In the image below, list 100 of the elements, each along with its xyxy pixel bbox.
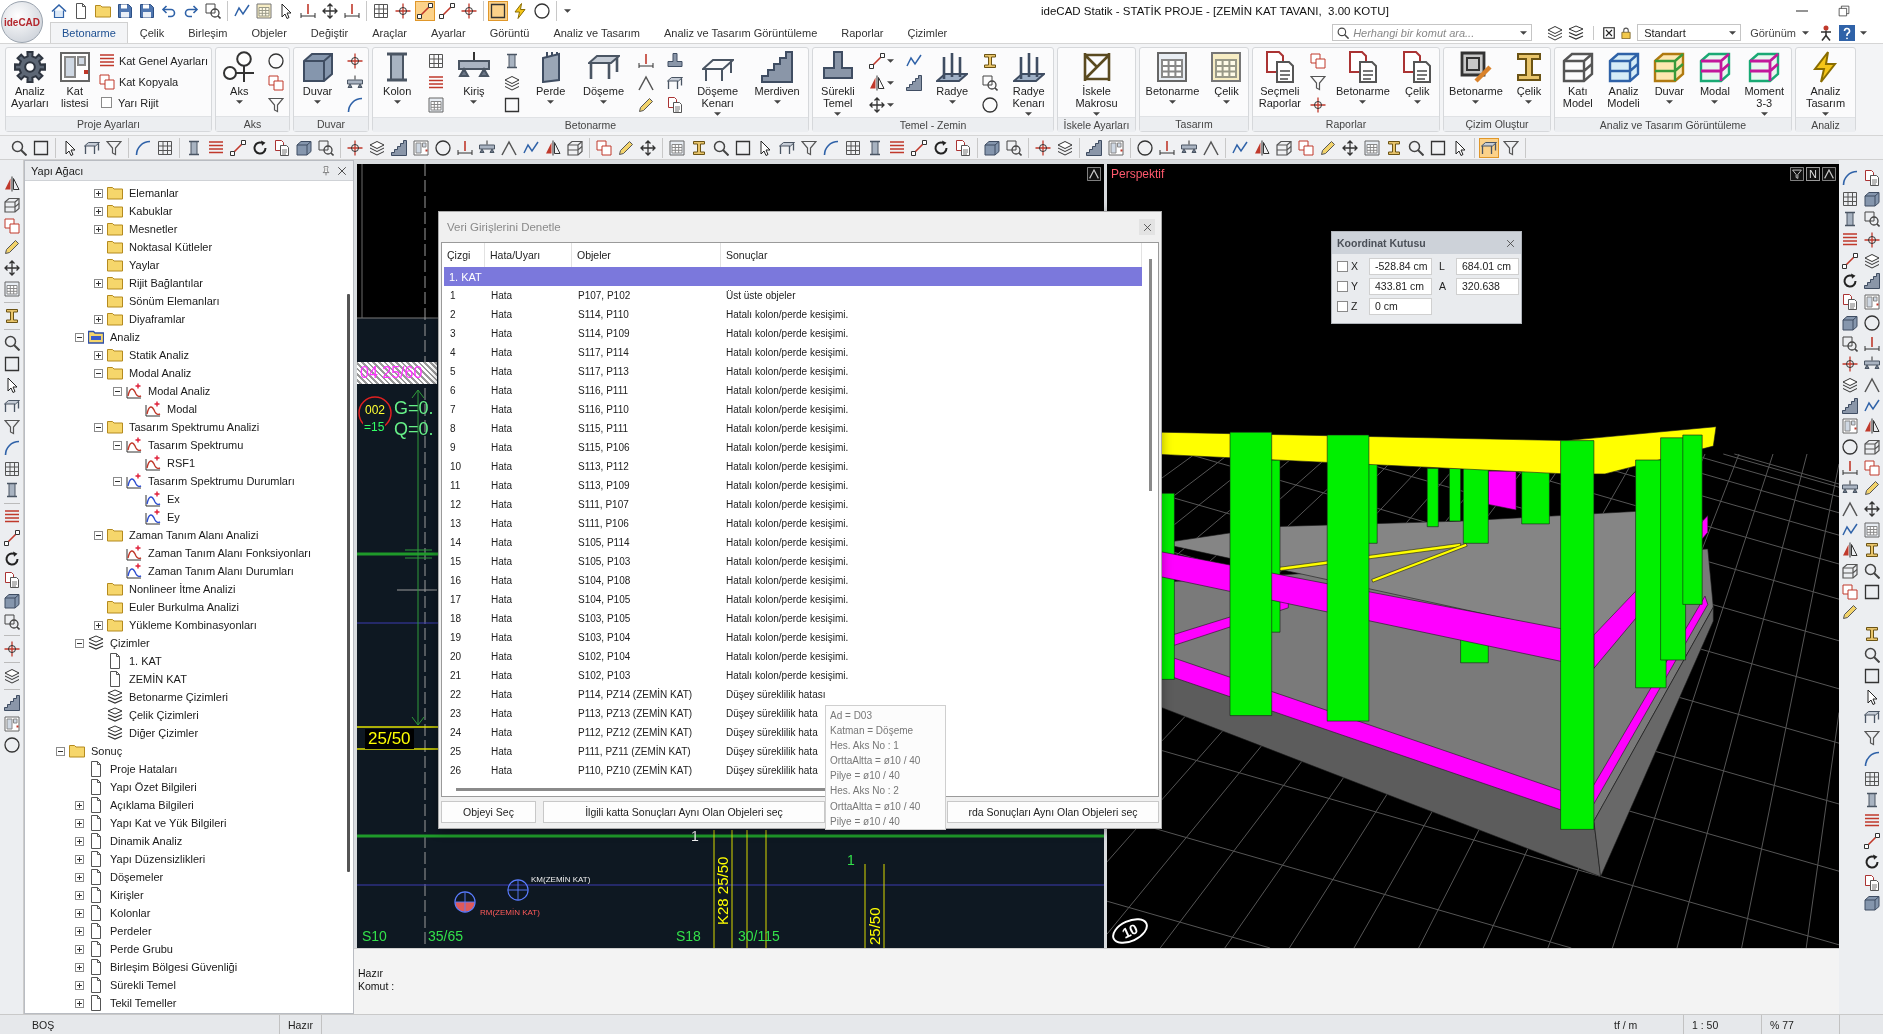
checkbox[interactable] [1337, 300, 1348, 312]
ribbon-icon-button[interactable] [346, 52, 363, 70]
layers-icon[interactable] [1547, 24, 1564, 41]
ribbon-tab[interactable]: Analiz ve Tasarım [541, 22, 652, 43]
ribbon-button[interactable]: İskele Makrosu [1073, 50, 1120, 117]
expand-toggle[interactable] [75, 890, 84, 900]
expand-toggle[interactable] [75, 980, 84, 990]
search-field[interactable]: Herhangi bir komut ara... [1332, 24, 1533, 41]
i-beam-icon[interactable] [1864, 542, 1880, 559]
toolbar-button[interactable] [433, 137, 453, 158]
tree-item[interactable]: Tasarım Spektrumu Analizi [129, 421, 260, 433]
ribbon-icon-button[interactable] [1310, 96, 1327, 114]
expand-toggle[interactable] [94, 350, 103, 360]
ribbon-button[interactable]: Döşeme Kenarı [695, 50, 741, 117]
tree-item[interactable]: Tekil Temeller [110, 997, 177, 1009]
tree-item[interactable]: 1. KAT [129, 655, 162, 667]
tree-item[interactable]: Diğer Çizimler [129, 727, 199, 739]
line-icon[interactable] [3, 530, 20, 546]
ribbon-button[interactable]: Döşeme [581, 50, 627, 105]
tree-item[interactable]: Modal Analiz [129, 367, 192, 379]
tree-item[interactable]: Dinamik Analiz [110, 835, 183, 847]
ribbon-button[interactable]: Analiz Modeli [1605, 50, 1642, 110]
ribbon-icon-button[interactable] [346, 96, 363, 114]
zoom-window-icon[interactable] [1842, 335, 1858, 352]
table-row[interactable]: 13 Hata S111, P106 Hatalı kolon/perde kesişimi. [444, 514, 849, 533]
table-row[interactable]: 26 Hata P110, PZ10 (ZEMİN KAT) Düşey süreklilik hata [444, 761, 818, 780]
tree-item[interactable]: Döşemeler [110, 871, 164, 883]
expand-toggle[interactable] [94, 224, 103, 234]
tree-item[interactable]: Ex [167, 493, 180, 505]
tree-item[interactable]: Sürekli Temel [110, 979, 176, 991]
slab-icon[interactable] [1864, 709, 1880, 726]
table-row[interactable]: 23 Hata P113, PZ13 (ZEMİN KAT) Düşey süreklilik hata [444, 704, 818, 723]
collapse-toggle[interactable] [94, 530, 103, 540]
documents-icon[interactable] [1864, 170, 1880, 186]
tree-item[interactable]: Diyaframlar [129, 313, 186, 325]
stack-icon[interactable] [1568, 24, 1585, 41]
rotate-icon[interactable] [1864, 854, 1880, 870]
tree-item[interactable]: Tasarım Spektrumu [148, 439, 244, 451]
table-row[interactable]: 4 Hata S117, P114 Hatalı kolon/perde kesişimi. [444, 343, 849, 362]
crosshair-icon[interactable] [1842, 356, 1858, 373]
stairs-icon[interactable] [1842, 397, 1858, 414]
ribbon-button[interactable]: Katı Model [1559, 50, 1596, 110]
collapse-toggle[interactable] [56, 746, 65, 756]
dialog-button[interactable]: İlgili katta Sonuçları Aynı Olan Objeleri seç [543, 801, 825, 823]
tree-item[interactable]: Tasarım Spektrumu Durumları [148, 475, 295, 487]
polyline-icon[interactable] [1864, 397, 1880, 414]
collapse-toggle[interactable] [113, 386, 122, 396]
caret-up-icon[interactable] [1842, 501, 1858, 517]
table-row[interactable]: 3 Hata S114, P109 Hatalı kolon/perde kesişimi. [444, 324, 849, 343]
table-row[interactable]: 15 Hata S105, P103 Hatalı kolon/perde kesişimi. [444, 552, 849, 571]
line-icon[interactable] [1864, 833, 1880, 850]
expand-toggle[interactable] [94, 620, 103, 630]
ribbon-icon-button[interactable] [267, 52, 284, 70]
move-arrows-icon[interactable] [1864, 501, 1880, 517]
ribbon-icon-button[interactable] [982, 52, 999, 70]
documents-icon[interactable] [3, 572, 20, 588]
pencil-icon[interactable] [3, 239, 20, 255]
column-icon[interactable] [1842, 211, 1858, 228]
square-icon[interactable] [3, 356, 20, 372]
ribbon-button[interactable]: Betonarme [1333, 50, 1392, 105]
dialog-button[interactable]: Objeyi Seç [441, 801, 536, 823]
dimension-icon[interactable] [1864, 335, 1880, 352]
lines-icon[interactable] [3, 509, 20, 525]
square-icon[interactable] [1864, 667, 1880, 684]
group-row[interactable]: 1. KAT [444, 267, 1142, 286]
ribbon-button[interactable]: Analiz Tasarım [1803, 50, 1848, 117]
tree-item[interactable]: Yapı Özet Bilgileri [110, 781, 197, 793]
expand-toggle[interactable] [94, 206, 103, 216]
filter-icon[interactable] [3, 419, 20, 435]
ribbon-tab[interactable]: Birleşim [176, 22, 240, 43]
i-beam-icon[interactable] [1864, 626, 1880, 643]
style-dropdown[interactable]: Standart [1637, 24, 1742, 41]
toolbar-button[interactable] [953, 137, 973, 158]
layers-icon[interactable] [3, 668, 20, 684]
figure-icon[interactable] [1818, 24, 1834, 41]
expand-toggle[interactable] [75, 836, 84, 846]
ribbon-button[interactable]: Radye Kenarı [1010, 50, 1047, 117]
line-icon[interactable] [1842, 252, 1858, 269]
box-frame-icon[interactable] [1842, 563, 1858, 580]
cube-icon[interactable] [1842, 314, 1858, 331]
ribbon-tab[interactable]: Çelik [127, 22, 177, 43]
table-row[interactable]: 24 Hata P112, PZ12 (ZEMİN KAT) Düşey süreklilik hata [444, 723, 818, 742]
ribbon-button[interactable]: Betonarme [1447, 50, 1505, 105]
ribbon-icon-button[interactable] [666, 74, 683, 92]
crosshair-icon[interactable] [1864, 232, 1880, 249]
expand-toggle[interactable] [75, 800, 84, 810]
search-icon[interactable] [1864, 563, 1880, 580]
grid-icon[interactable] [1864, 771, 1880, 788]
tree-item[interactable]: Yaylar [129, 259, 160, 271]
ribbon-button[interactable]: Betonarme [1143, 50, 1202, 105]
arc-icon[interactable] [1842, 170, 1858, 186]
mirror-icon[interactable] [3, 176, 20, 192]
restore-icon[interactable] [1838, 5, 1850, 17]
ribbon-button[interactable]: Perde [532, 50, 569, 105]
filter-icon[interactable] [1790, 167, 1804, 181]
view-menu-button[interactable]: Görünüm [1746, 26, 1813, 39]
dimension-icon[interactable] [1842, 459, 1858, 476]
stairs-icon[interactable] [3, 695, 20, 711]
move-arrows-icon[interactable] [3, 260, 20, 276]
toolbar-button[interactable] [909, 137, 929, 158]
